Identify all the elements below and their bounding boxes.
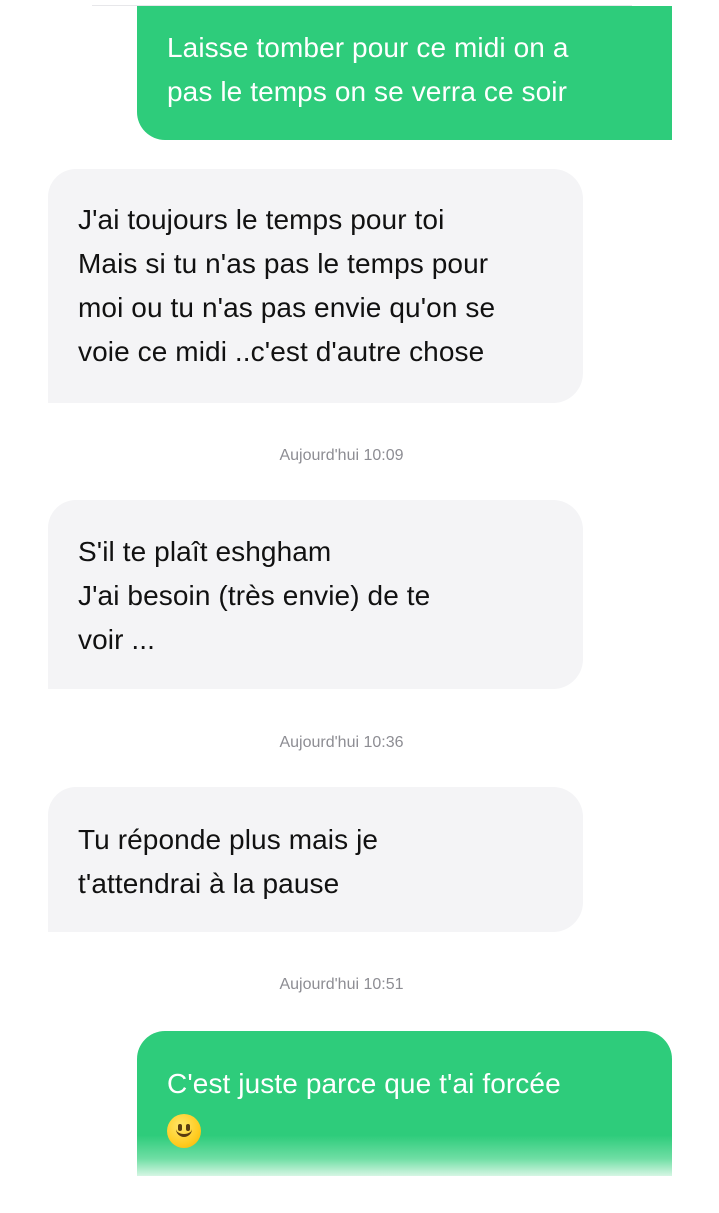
message-timestamp: Aujourd'hui 10:51 [279,976,404,993]
message-timestamp: Aujourd'hui 10:09 [279,447,404,464]
message-text-line: voir ... [78,624,156,655]
message-text-line: C'est juste parce que t'ai forcée [167,1068,561,1099]
slightly-smiling-face-icon [167,1113,201,1148]
message-text-line: Tu réponde plus mais je [78,824,379,855]
emoji-line [167,1106,672,1150]
message-text-line: t'attendrai à la pause [78,868,340,899]
received-message-bubble[interactable]: S'il te plaît eshgham J'ai besoin (très … [48,500,583,689]
message-text-line: Laisse tomber pour ce midi on a [167,32,569,63]
received-message-bubble[interactable]: J'ai toujours le temps pour toi Mais si … [48,169,583,403]
sent-message-bubble[interactable]: C'est juste parce que t'ai forcée [137,1031,672,1176]
message-timestamp: Aujourd'hui 10:36 [279,734,404,751]
message-text-line: pas le temps on se verra ce soir [167,76,568,107]
received-message-bubble[interactable]: Tu réponde plus mais je t'attendrai à la… [48,787,583,932]
message-text-line: J'ai besoin (très envie) de te [78,580,431,611]
message-text-line: J'ai toujours le temps pour toi [78,204,445,235]
message-text-line: S'il te plaît eshgham [78,536,332,567]
message-text-line: Mais si tu n'as pas le temps pour [78,248,489,279]
sent-message-bubble[interactable]: Laisse tomber pour ce midi on a pas le t… [137,6,672,140]
message-text-line: voie ce midi ..c'est d'autre chose [78,336,485,367]
message-thread: Laisse tomber pour ce midi on a pas le t… [0,0,719,1213]
message-text-line: moi ou tu n'as pas envie qu'on se [78,292,496,323]
